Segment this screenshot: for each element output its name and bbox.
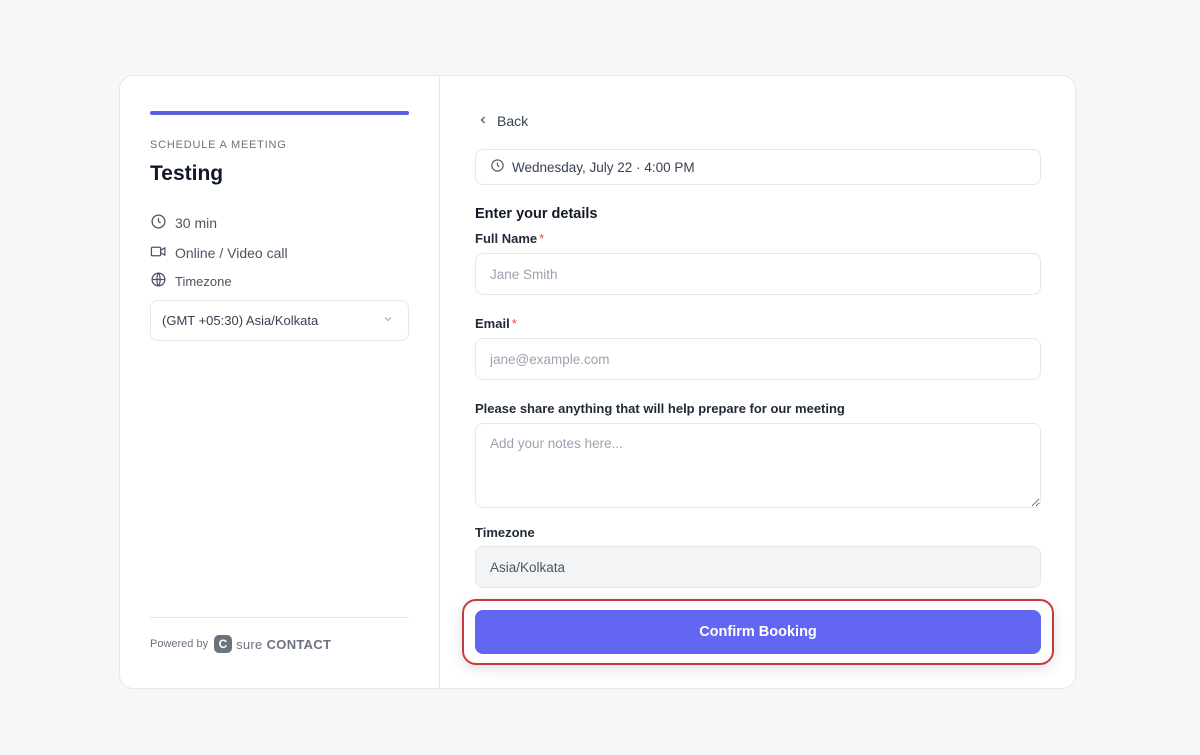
email-label-text: Email <box>475 316 510 331</box>
full-name-label-text: Full Name <box>475 231 538 246</box>
clock-icon <box>150 213 167 233</box>
video-icon <box>150 243 167 263</box>
selected-slot: Wednesday, July 22 · 4:00 PM <box>475 149 1041 185</box>
timezone-readonly-field: Asia/Kolkata <box>475 546 1041 588</box>
required-mark: * <box>539 231 545 246</box>
email-label: Email * <box>475 316 517 331</box>
schedule-kicker: SCHEDULE A MEETING <box>150 139 287 151</box>
timezone-select[interactable]: (GMT +05:30) Asia/Kolkata <box>150 300 409 341</box>
meeting-summary-panel: SCHEDULE A MEETING Testing 30 min Online… <box>120 76 440 688</box>
selected-slot-text: Wednesday, July 22 · 4:00 PM <box>512 159 695 175</box>
required-mark: * <box>511 316 517 331</box>
booking-card: SCHEDULE A MEETING Testing 30 min Online… <box>119 75 1076 689</box>
timezone-readonly-value: Asia/Kolkata <box>490 559 566 575</box>
location-text: Online / Video call <box>175 245 288 261</box>
full-name-label: Full Name * <box>475 231 544 246</box>
powered-by: Powered by C sure CONTACT <box>150 635 331 653</box>
progress-bar <box>150 111 409 115</box>
globe-icon <box>150 271 167 291</box>
divider <box>150 617 409 618</box>
duration-text: 30 min <box>175 215 218 231</box>
details-form-panel: Back Wednesday, July 22 · 4:00 PM Enter … <box>440 76 1075 688</box>
notes-textarea[interactable] <box>475 423 1041 508</box>
brand-name-part2: CONTACT <box>266 636 332 652</box>
full-name-input[interactable] <box>475 253 1041 295</box>
meeting-location: Online / Video call <box>150 243 288 263</box>
surecontact-logo-icon: C <box>214 635 233 653</box>
brand-logo[interactable]: C sure CONTACT <box>214 635 331 653</box>
powered-by-text: Powered by <box>150 638 209 650</box>
timezone-label: Timezone <box>175 273 232 289</box>
email-input[interactable] <box>475 338 1041 380</box>
back-button[interactable]: Back <box>477 113 528 129</box>
meeting-title: Testing <box>150 162 224 185</box>
clock-icon <box>490 158 505 176</box>
meeting-duration: 30 min <box>150 213 217 233</box>
chevron-down-icon <box>382 313 394 328</box>
details-heading: Enter your details <box>475 206 598 222</box>
brand-name-part1: sure <box>236 636 263 652</box>
timezone-select-value: (GMT +05:30) Asia/Kolkata <box>162 313 319 328</box>
confirm-booking-button[interactable]: Confirm Booking <box>475 610 1041 654</box>
timezone-field-label: Timezone <box>475 525 535 540</box>
chevron-left-icon <box>477 113 489 129</box>
timezone-heading: Timezone <box>150 271 232 291</box>
back-label: Back <box>497 113 529 129</box>
notes-label: Please share anything that will help pre… <box>475 401 845 416</box>
